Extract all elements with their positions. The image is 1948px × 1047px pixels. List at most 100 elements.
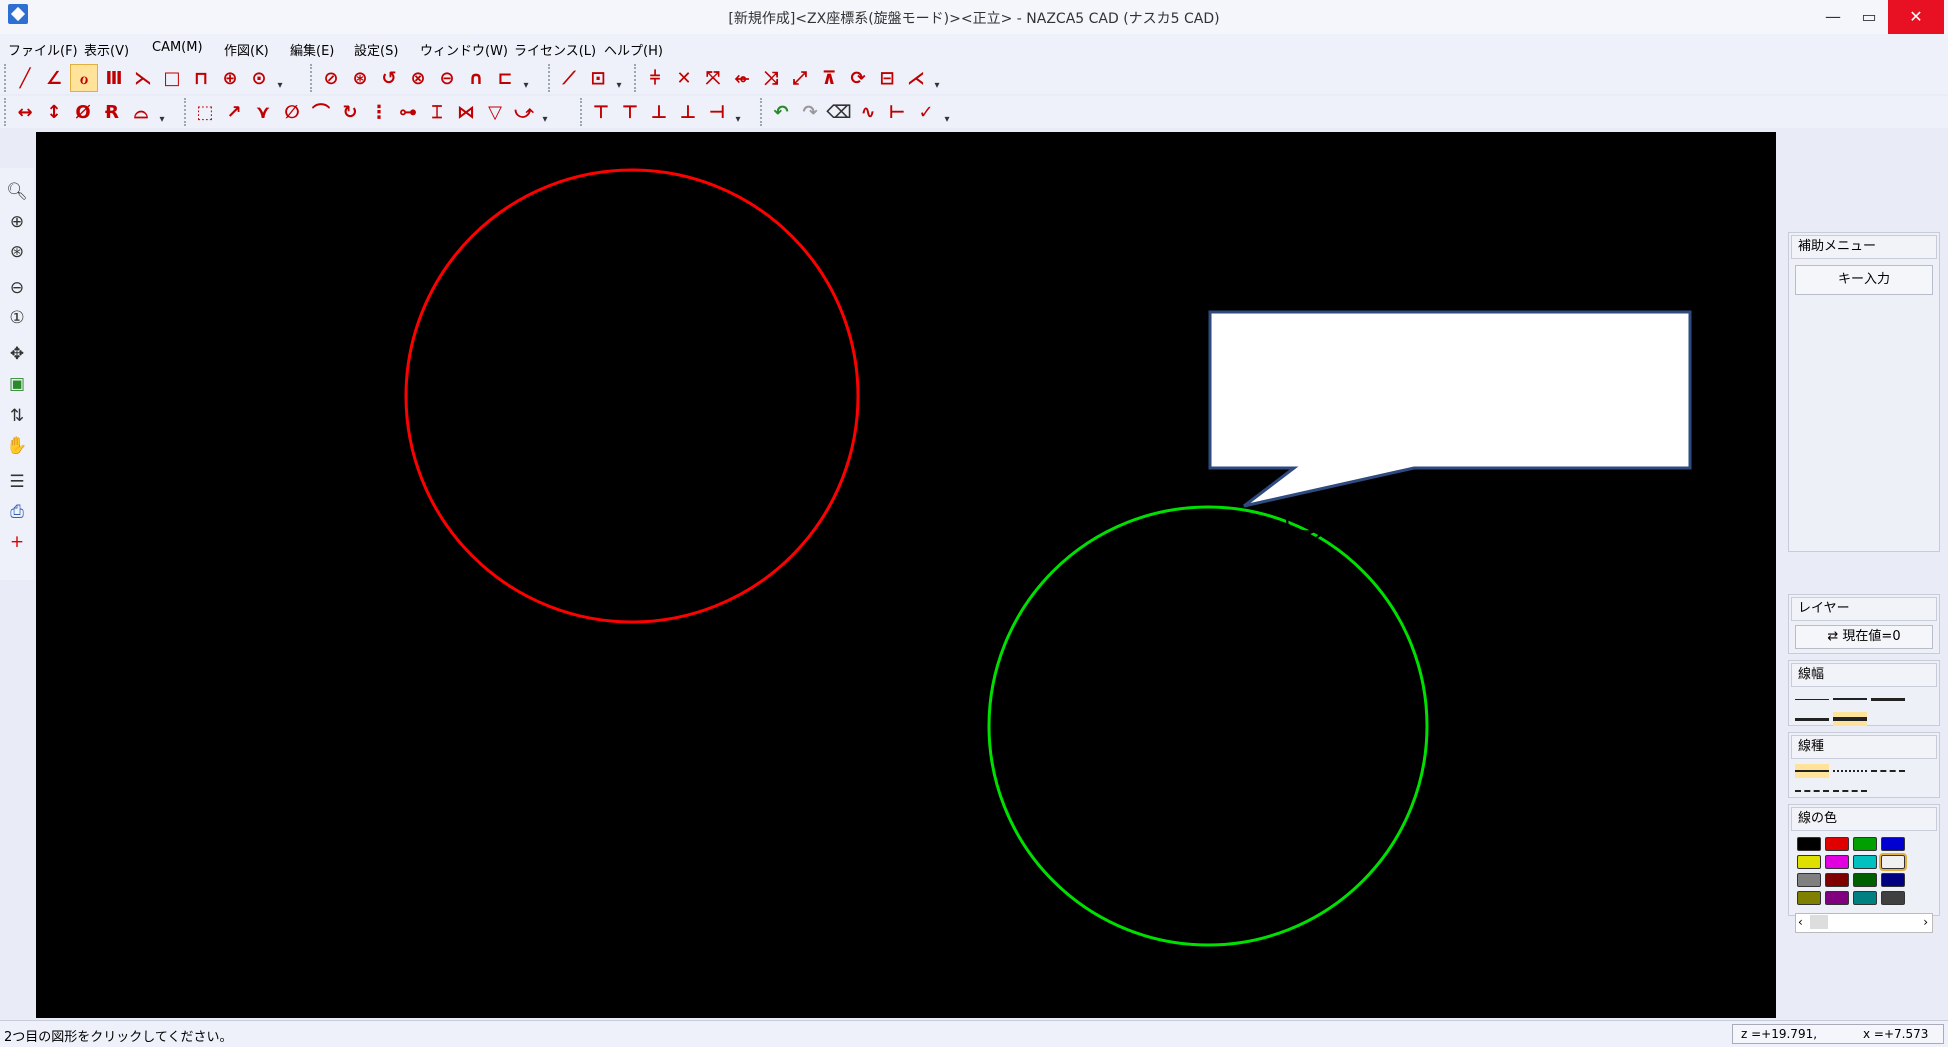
cross-cursor-icon[interactable]: + <box>5 530 29 554</box>
color-swatch[interactable] <box>1825 837 1849 851</box>
toolbar-dropdown-icon[interactable]: ▾ <box>614 65 624 91</box>
curve-icon[interactable]: ∩ <box>463 65 489 91</box>
arc-three-point-icon[interactable]: ⊖ <box>434 65 460 91</box>
zoom-one-icon[interactable]: ① <box>5 306 29 330</box>
redraw-icon[interactable]: ▣ <box>5 372 29 396</box>
toolbar-dropdown-icon[interactable]: ▾ <box>275 65 285 91</box>
color-swatch[interactable] <box>1881 837 1905 851</box>
diameter-icon[interactable]: ∅ <box>279 99 305 125</box>
line-type-dashdot[interactable] <box>1795 784 1829 798</box>
curve-dim-icon[interactable]: ⤻ <box>511 99 537 125</box>
close-button[interactable]: ✕ <box>1888 0 1944 34</box>
color-swatch[interactable] <box>1853 837 1877 851</box>
menu-file[interactable]: ファイル(F) <box>8 40 78 59</box>
arrow-icon[interactable]: ↗ <box>221 99 247 125</box>
branch-icon[interactable]: ⋎ <box>250 99 276 125</box>
tap3-icon[interactable]: ⊥ <box>646 99 672 125</box>
offset-icon[interactable]: ⬰ <box>729 65 755 91</box>
red-circle[interactable] <box>404 168 860 624</box>
menu-draw[interactable]: 作図(K) <box>224 40 269 59</box>
menu-view[interactable]: 表示(V) <box>84 40 129 59</box>
arc-icon[interactable]: ↺ <box>376 65 402 91</box>
color-swatch[interactable] <box>1797 873 1821 887</box>
rotate-icon[interactable]: ⟳ <box>845 65 871 91</box>
zoom-all-icon[interactable]: ⊛ <box>5 240 29 264</box>
point-circle-icon[interactable]: ⊙ <box>246 65 272 91</box>
line-icon[interactable]: ╱ <box>12 65 38 91</box>
tap-icon[interactable]: ⊤ <box>588 99 614 125</box>
color-swatch[interactable] <box>1853 855 1877 869</box>
swap-icon[interactable]: ⇅ <box>5 404 29 428</box>
color-swatch[interactable] <box>1825 891 1849 905</box>
dim-diameter-icon[interactable]: Ø <box>70 99 96 125</box>
circle-radius-icon[interactable]: ⊘ <box>318 65 344 91</box>
menu-settings[interactable]: 設定(S) <box>354 40 398 59</box>
toolbar-dropdown-icon[interactable]: ▾ <box>733 99 743 125</box>
dim-vertical-icon[interactable]: ↕ <box>41 99 67 125</box>
toolbar-dropdown-icon[interactable]: ▾ <box>540 99 550 125</box>
taper-icon[interactable]: ▽ <box>482 99 508 125</box>
leader-icon[interactable]: ⬚ <box>192 99 218 125</box>
undo-icon[interactable]: ↶ <box>768 99 794 125</box>
color-swatch[interactable] <box>1881 873 1905 887</box>
xy-dim2-icon[interactable]: ⋈ <box>453 99 479 125</box>
pan-center-icon[interactable]: ✥ <box>5 342 29 366</box>
layer-current-button[interactable]: ⇄ 現在値=0 <box>1795 625 1933 649</box>
text-icon[interactable]: ⋮ <box>366 99 392 125</box>
trim-icon[interactable]: ⫩ <box>642 65 668 91</box>
tap5-icon[interactable]: ⊣ <box>704 99 730 125</box>
mirror-icon[interactable]: ⊟ <box>874 65 900 91</box>
parallel-lines-icon[interactable]: Ⅲ <box>101 65 127 91</box>
menu-edit[interactable]: 編集(E) <box>290 40 334 59</box>
bisector-icon[interactable]: ⋋ <box>130 65 156 91</box>
maximize-button[interactable]: ▭ <box>1846 0 1892 34</box>
toolbar-dropdown-icon[interactable]: ▾ <box>932 65 942 91</box>
measure-icon[interactable]: ∿ <box>855 99 881 125</box>
dim-radius-icon[interactable]: Ɍ <box>99 99 125 125</box>
copy-icon[interactable]: ⊼ <box>816 65 842 91</box>
color-swatch[interactable] <box>1825 855 1849 869</box>
break-icon[interactable]: ⤧ <box>700 65 726 91</box>
print-icon[interactable]: ⎙ <box>5 500 29 524</box>
color-swatch[interactable] <box>1881 891 1905 905</box>
line-width-5[interactable] <box>1833 712 1867 726</box>
line-type-dashed[interactable] <box>1871 764 1905 778</box>
center-circle-icon[interactable]: ⊕ <box>217 65 243 91</box>
ok-check-icon[interactable]: ✓ <box>913 99 939 125</box>
xy-dim-icon[interactable]: ⌶ <box>424 99 450 125</box>
point-icon[interactable]: ⟋ <box>556 65 582 91</box>
eraser-icon[interactable]: ⌫ <box>826 99 852 125</box>
line-width-4[interactable] <box>1795 712 1829 726</box>
chamfer-dim-icon[interactable]: ⊶ <box>395 99 421 125</box>
dim-horizontal-icon[interactable]: ↔ <box>12 99 38 125</box>
rectangle-icon[interactable]: □ <box>159 65 185 91</box>
toolbar-dropdown-icon[interactable]: ▾ <box>942 99 952 125</box>
angle-line-icon[interactable]: ∠ <box>41 65 67 91</box>
dimension-check-icon[interactable]: ⊢ <box>884 99 910 125</box>
zoom-out-icon[interactable]: ⊖ <box>5 276 29 300</box>
tap4-icon[interactable]: ⊥ <box>675 99 701 125</box>
toolbar-dropdown-icon[interactable]: ▾ <box>521 65 531 91</box>
arc-fillet-icon[interactable]: ⊏ <box>492 65 518 91</box>
toolbar-dropdown-icon[interactable]: ▾ <box>157 99 167 125</box>
color-swatch[interactable] <box>1797 855 1821 869</box>
circle-tangent-icon[interactable]: ⊛ <box>347 65 373 91</box>
layer-icon[interactable]: ☰ <box>5 470 29 494</box>
menu-license[interactable]: ライセンス(L) <box>514 40 596 59</box>
line-width-3[interactable] <box>1871 692 1905 706</box>
grid-point-icon[interactable]: ⊡ <box>585 65 611 91</box>
polyline-icon[interactable]: ⊓ <box>188 65 214 91</box>
line-type-longdash[interactable] <box>1833 784 1867 798</box>
redo-icon[interactable]: ↷ <box>797 99 823 125</box>
dim-angle-icon[interactable]: ⌓ <box>128 99 154 125</box>
zoom-in-icon[interactable]: 🔍︎ <box>5 180 29 204</box>
delete-cross-icon[interactable]: ✕ <box>671 65 697 91</box>
extend-icon[interactable]: ⤨ <box>758 65 784 91</box>
menu-cam[interactable]: CAM(M) <box>152 40 203 55</box>
color-swatch[interactable] <box>1853 891 1877 905</box>
radius-icon[interactable]: ⌒ <box>308 99 334 125</box>
rotate-dim-icon[interactable]: ↻ <box>337 99 363 125</box>
arc-tangent-icon[interactable]: ⊗ <box>405 65 431 91</box>
chamfer-icon[interactable]: ⋌ <box>903 65 929 91</box>
line-type-dotted[interactable] <box>1833 764 1867 778</box>
